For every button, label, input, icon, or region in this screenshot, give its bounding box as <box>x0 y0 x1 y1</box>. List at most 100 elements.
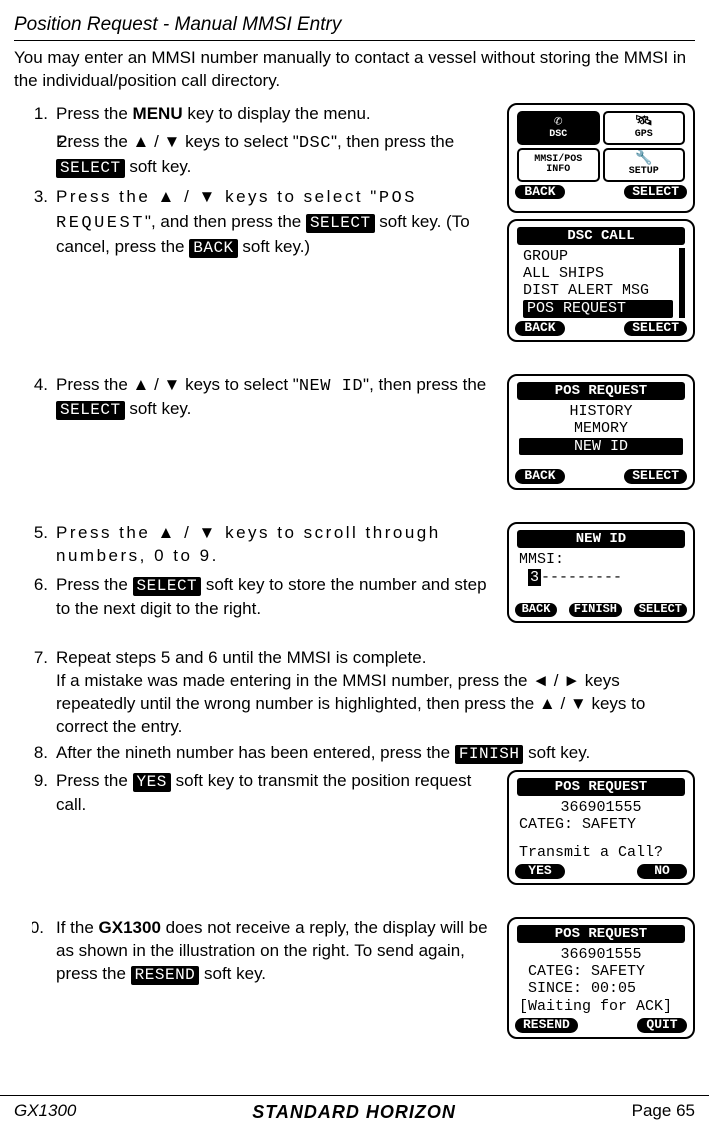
lcd-transmit-screen: POS REQUEST 366901555 CATEG: SAFETY Tran… <box>507 770 695 885</box>
lcd-title: POS REQUEST <box>517 778 685 796</box>
footer-model: GX1300 <box>14 1100 76 1123</box>
digit-cursor[interactable]: 3 <box>528 569 541 586</box>
step-number: 5. <box>32 522 48 545</box>
back-inline: BACK <box>189 239 237 258</box>
softkey-row: BACK SELECT <box>513 321 689 336</box>
phone-icon: ✆ <box>554 115 562 129</box>
list-item[interactable]: ALL SHIPS <box>517 265 679 282</box>
status-line: [Waiting for ACK] <box>513 998 689 1015</box>
list-item[interactable]: DIST ALERT MSG <box>517 282 679 299</box>
select-softkey[interactable]: SELECT <box>624 185 687 200</box>
lcd-waiting-screen: POS REQUEST 366901555 CATEG: SAFETY SINC… <box>507 917 695 1039</box>
select-inline: SELECT <box>56 159 125 178</box>
text: Press the <box>56 771 133 790</box>
text: soft key. <box>125 157 192 176</box>
lcd-new-id-screen: NEW ID MMSI: 3--------- BACK FINISH SELE… <box>507 522 695 622</box>
softkey-row: YES NO <box>513 864 689 879</box>
code-text: DSC <box>299 134 331 153</box>
instruction-list: ✆ DSC 🛰 GPS MMSI/POS INFO 🔧 SETUP <box>32 103 695 1053</box>
text: Press the <box>56 104 133 123</box>
text: Repeat steps 5 and 6 until the MMSI is c… <box>56 648 426 667</box>
list-item-selected[interactable]: POS REQUEST <box>523 300 673 317</box>
step-number: 1. <box>32 103 48 126</box>
select-inline: SELECT <box>306 214 375 233</box>
text: After the nineth number has been entered… <box>56 743 455 762</box>
divider <box>14 40 695 41</box>
lcd-title: POS REQUEST <box>517 382 685 400</box>
softkey-row: BACK FINISH SELECT <box>513 603 689 617</box>
finish-inline: FINISH <box>455 745 524 764</box>
code-text: NEW ID <box>299 377 363 396</box>
mmsi-value: 366901555 <box>513 946 689 963</box>
back-softkey[interactable]: BACK <box>515 185 565 200</box>
list-item-selected[interactable]: NEW ID <box>519 438 683 455</box>
text: Press the ▲ / ▼ keys to select " <box>56 187 379 206</box>
select-softkey[interactable]: SELECT <box>634 603 687 617</box>
lcd-dsc-call-screen: DSC CALL GROUP ALL SHIPS DIST ALERT MSG … <box>507 219 695 342</box>
step-number: 7. <box>14 647 48 670</box>
lcd-title: NEW ID <box>517 530 685 548</box>
step-number: 2. <box>38 131 72 154</box>
mmsi-label: MMSI: <box>513 551 689 568</box>
section-title: Position Request - Manual MMSI Entry <box>14 12 695 38</box>
softkey-row: RESEND QUIT <box>513 1018 689 1033</box>
footer-brand: STANDARD HORIZON <box>252 1100 456 1124</box>
back-softkey[interactable]: BACK <box>515 469 565 484</box>
text: soft key. <box>199 964 266 983</box>
step-number: 10. <box>32 917 44 940</box>
step-1-3-block: ✆ DSC 🛰 GPS MMSI/POS INFO 🔧 SETUP <box>32 103 695 356</box>
select-softkey[interactable]: SELECT <box>624 321 687 336</box>
text: soft key. <box>523 743 590 762</box>
resend-inline: RESEND <box>131 966 200 985</box>
step-5-6-block: NEW ID MMSI: 3--------- BACK FINISH SELE… <box>32 522 695 636</box>
text: ", then press the <box>363 375 486 394</box>
select-softkey[interactable]: SELECT <box>624 469 687 484</box>
model-keyword: GX1300 <box>99 918 161 937</box>
satellite-icon: 🛰 <box>635 115 653 129</box>
text: ", and then press the <box>145 212 306 231</box>
step-8: 8. After the nineth number has been ente… <box>32 742 695 766</box>
select-inline: SELECT <box>56 401 125 420</box>
footer-page: Page 65 <box>632 1100 695 1123</box>
quit-softkey[interactable]: QUIT <box>637 1018 687 1033</box>
yes-softkey[interactable]: YES <box>515 864 565 879</box>
finish-softkey[interactable]: FINISH <box>569 603 622 617</box>
step-2: 2. Press the ▲ / ▼ keys to select "DSC",… <box>56 131 695 180</box>
intro-text: You may enter an MMSI number manually to… <box>14 47 695 93</box>
text: key to display the menu. <box>183 104 371 123</box>
resend-softkey[interactable]: RESEND <box>515 1018 578 1033</box>
step-7: 7. Repeat steps 5 and 6 until the MMSI i… <box>32 647 695 739</box>
yes-inline: YES <box>133 773 171 792</box>
list-item[interactable]: MEMORY <box>513 420 689 437</box>
back-softkey[interactable]: BACK <box>515 603 557 617</box>
step-9-block: POS REQUEST 366901555 CATEG: SAFETY Tran… <box>32 770 695 899</box>
mmsi-entry[interactable]: 3--------- <box>513 569 689 586</box>
text: soft key.) <box>238 237 310 256</box>
list-item[interactable]: HISTORY <box>513 403 689 420</box>
text: Press the ▲ / ▼ keys to select " <box>56 132 299 151</box>
prompt-line: Transmit a Call? <box>513 844 689 861</box>
step-4-block: POS REQUEST HISTORY MEMORY NEW ID BACK S… <box>32 374 695 505</box>
text: If a mistake was made entering in the MM… <box>56 671 645 736</box>
category-line: CATEG: SAFETY <box>513 816 689 833</box>
step-number: 8. <box>14 742 48 765</box>
lcd-title: POS REQUEST <box>517 925 685 943</box>
back-softkey[interactable]: BACK <box>515 321 565 336</box>
text: Press the ▲ / ▼ keys to scroll through n… <box>56 523 441 565</box>
dsc-list: GROUP ALL SHIPS DIST ALERT MSG POS REQUE… <box>517 248 685 318</box>
mmsi-dashes: --------- <box>541 569 622 586</box>
list-item[interactable]: GROUP <box>517 248 679 265</box>
lcd-pos-request-screen: POS REQUEST HISTORY MEMORY NEW ID BACK S… <box>507 374 695 491</box>
page-footer: GX1300 STANDARD HORIZON Page 65 <box>0 1095 709 1124</box>
screens-col-3: NEW ID MMSI: 3--------- BACK FINISH SELE… <box>507 522 695 628</box>
screens-col-2: POS REQUEST HISTORY MEMORY NEW ID BACK S… <box>507 374 695 497</box>
text: ", then press the <box>331 132 454 151</box>
text: Press the <box>56 575 133 594</box>
lcd-title: DSC CALL <box>517 227 685 245</box>
no-softkey[interactable]: NO <box>637 864 687 879</box>
step-number: 6. <box>32 574 48 597</box>
category-line: CATEG: SAFETY <box>513 963 689 980</box>
text: If the <box>56 918 99 937</box>
step-number: 4. <box>32 374 48 397</box>
step-10-block: POS REQUEST 366901555 CATEG: SAFETY SINC… <box>32 917 695 1053</box>
